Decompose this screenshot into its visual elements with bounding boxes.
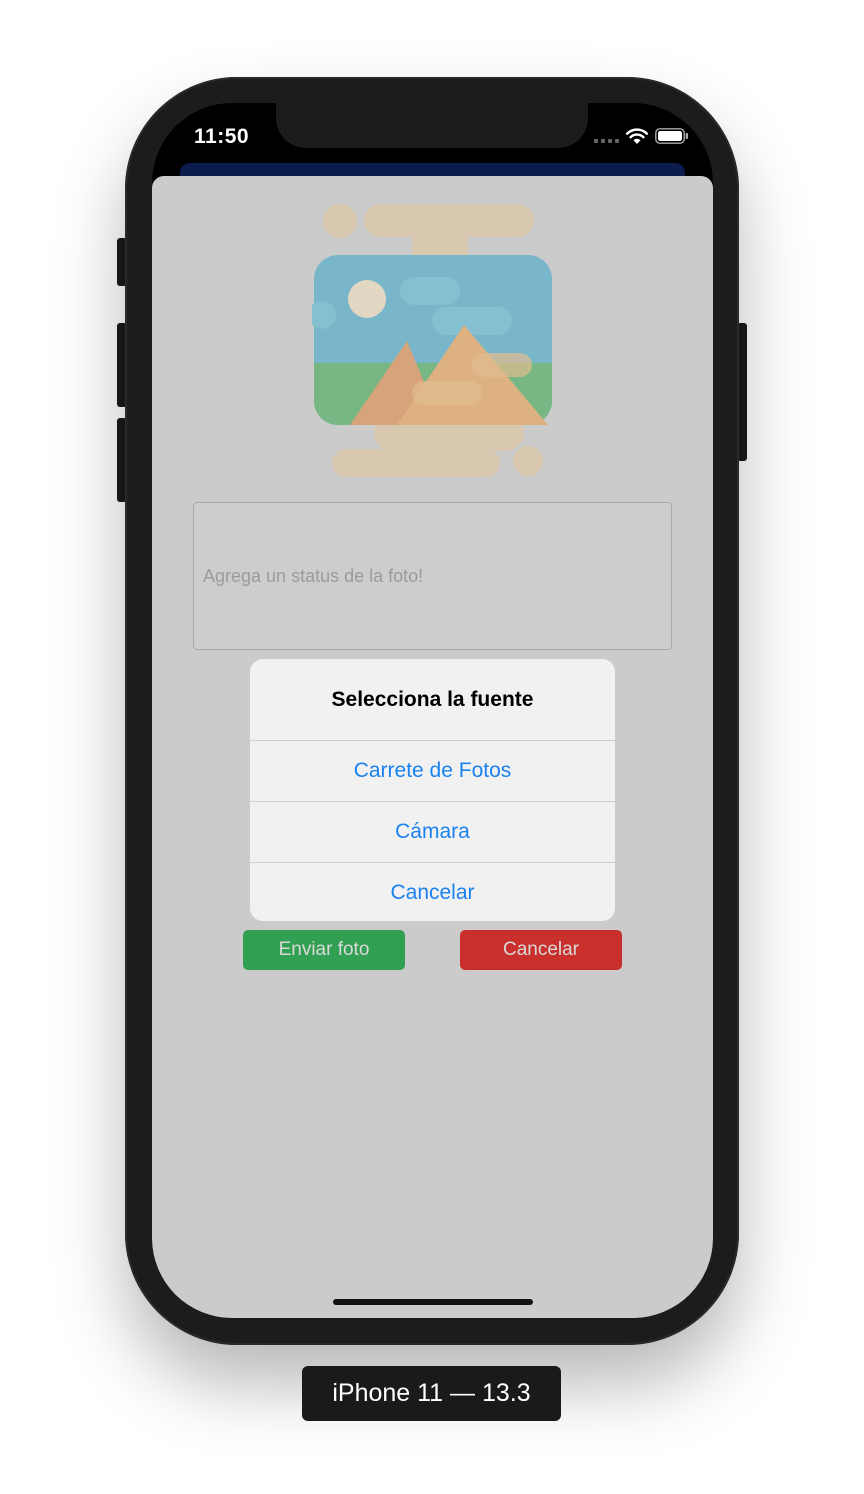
camera-action[interactable]: Cámara <box>250 802 615 863</box>
alert-cancel-action[interactable]: Cancelar <box>250 863 615 921</box>
simulator-stage: 11:50 Agrega un status de la foto! Envia… <box>0 0 864 1494</box>
cancel-button[interactable]: Cancelar <box>460 930 622 970</box>
status-input[interactable]: Agrega un status de la foto! <box>193 502 672 650</box>
notch <box>276 103 588 148</box>
status-time: 11:50 <box>194 125 250 148</box>
battery-icon <box>655 128 688 144</box>
photo-library-action[interactable]: Carrete de Fotos <box>250 741 615 802</box>
status-placeholder: Agrega un status de la foto! <box>203 566 424 586</box>
send-photo-button[interactable]: Enviar foto <box>243 930 405 970</box>
status-icons <box>594 127 689 145</box>
signal-icon <box>594 129 619 143</box>
home-indicator[interactable] <box>333 1299 533 1305</box>
wifi-icon <box>626 128 648 144</box>
image-placeholder-icon <box>312 204 552 477</box>
source-picker-alert: Selecciona la fuente Carrete de Fotos Cá… <box>250 659 615 921</box>
phone-screen: 11:50 Agrega un status de la foto! Envia… <box>152 103 713 1318</box>
alert-title: Selecciona la fuente <box>250 659 615 741</box>
modal-sheet: Agrega un status de la foto! Enviar foto… <box>152 176 713 1318</box>
device-label: iPhone 11 — 13.3 <box>302 1366 561 1421</box>
